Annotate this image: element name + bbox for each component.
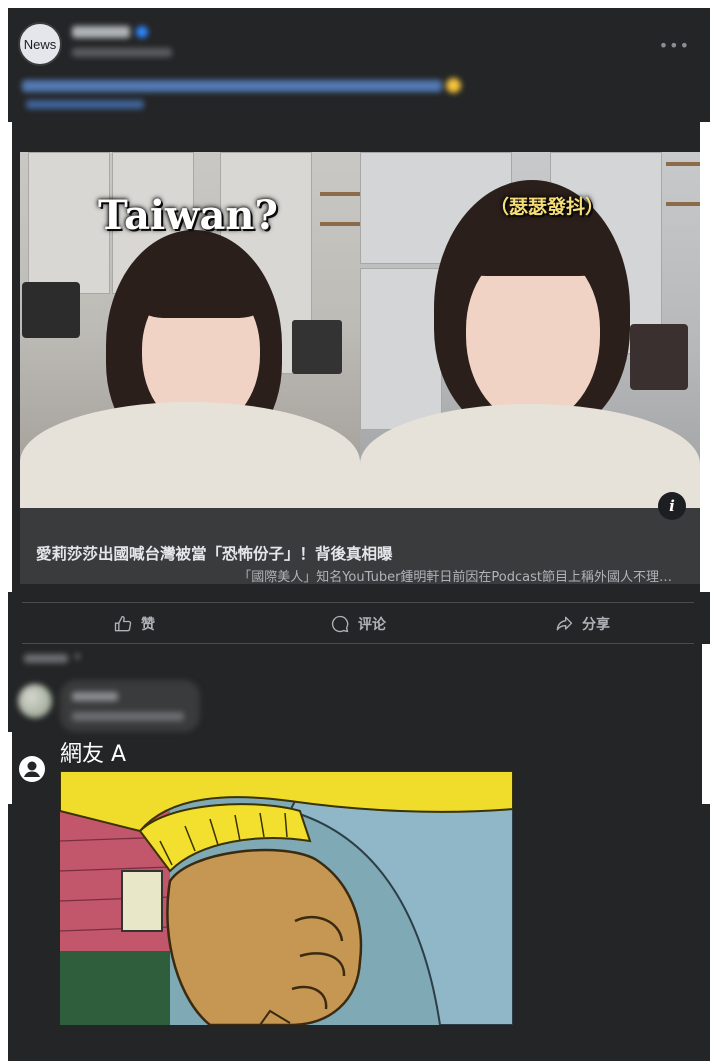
link-preview-image[interactable]: Taiwan? （瑟瑟發抖） — [20, 152, 700, 508]
verified-badge-icon — [136, 26, 148, 38]
link-description: 「國際美人」知名YouTuber鍾明軒日前因在Podcast節目上稱外國人不理… — [238, 570, 672, 585]
commenter-avatar[interactable] — [18, 684, 52, 718]
edge-notch — [700, 122, 710, 592]
edge-notch — [8, 122, 12, 592]
share-button[interactable]: 分享 — [470, 606, 694, 642]
thumbs-up-icon — [114, 615, 132, 632]
facebook-post: News ••• Taiwan? （瑟瑟發抖） i 愛莉莎莎出國喊台灣被當「恐怖… — [8, 8, 710, 1061]
image-overlay-left: Taiwan? — [98, 192, 278, 239]
post-caption-link-redacted[interactable] — [26, 100, 144, 109]
action-bar: 赞 评论 分享 — [22, 606, 694, 642]
bag — [22, 282, 80, 338]
bangs — [138, 248, 264, 318]
emoji-icon — [446, 78, 461, 93]
more-horizontal-icon[interactable]: ••• — [659, 36, 690, 55]
like-button[interactable]: 赞 — [22, 606, 246, 642]
edge-notch — [8, 732, 12, 804]
cabinet — [360, 268, 442, 430]
comment-button[interactable]: 评论 — [246, 606, 470, 642]
info-icon[interactable]: i — [658, 492, 686, 520]
link-preview-card[interactable]: Taiwan? （瑟瑟發抖） i 愛莉莎莎出國喊台灣被當「恐怖份子」！背後真相曝… — [20, 152, 700, 585]
post-timestamp-redacted — [72, 48, 172, 57]
sweater — [20, 402, 360, 508]
image-left-pane: Taiwan? — [20, 152, 360, 508]
edge-notch — [702, 644, 710, 804]
reaction-gif[interactable] — [60, 771, 513, 1025]
comment-sort-redacted[interactable] — [24, 654, 68, 663]
share-icon — [556, 616, 573, 631]
comment-label: 评论 — [358, 617, 386, 633]
shelf — [666, 162, 700, 166]
divider — [22, 602, 694, 603]
page-avatar-label: News — [23, 36, 57, 52]
comment-text-redacted — [72, 712, 184, 721]
page-name-redacted[interactable] — [72, 26, 130, 38]
shelf — [320, 192, 360, 196]
like-label: 赞 — [141, 617, 155, 633]
commenter-name-redacted[interactable] — [72, 692, 118, 701]
link-title[interactable]: 愛莉莎莎出國喊台灣被當「恐怖份子」！背後真相曝 — [36, 542, 393, 564]
shelf — [320, 222, 360, 226]
image-overlay-right: （瑟瑟發抖） — [490, 196, 605, 218]
chair — [292, 320, 342, 374]
chevron-down-icon: ▼ — [74, 653, 81, 663]
shelf — [666, 202, 700, 206]
page-avatar[interactable]: News — [18, 22, 62, 66]
divider — [22, 643, 694, 644]
comment-icon — [331, 615, 349, 633]
comment-bubble — [60, 680, 200, 732]
post-caption-redacted — [22, 80, 442, 92]
user-avatar-icon[interactable] — [19, 756, 45, 782]
chair — [630, 324, 688, 390]
image-right-pane: （瑟瑟發抖） — [360, 152, 700, 508]
reply-author-name[interactable]: 網友 A — [60, 736, 126, 768]
arthur-fist-illustration — [60, 771, 513, 1025]
share-label: 分享 — [582, 617, 610, 633]
